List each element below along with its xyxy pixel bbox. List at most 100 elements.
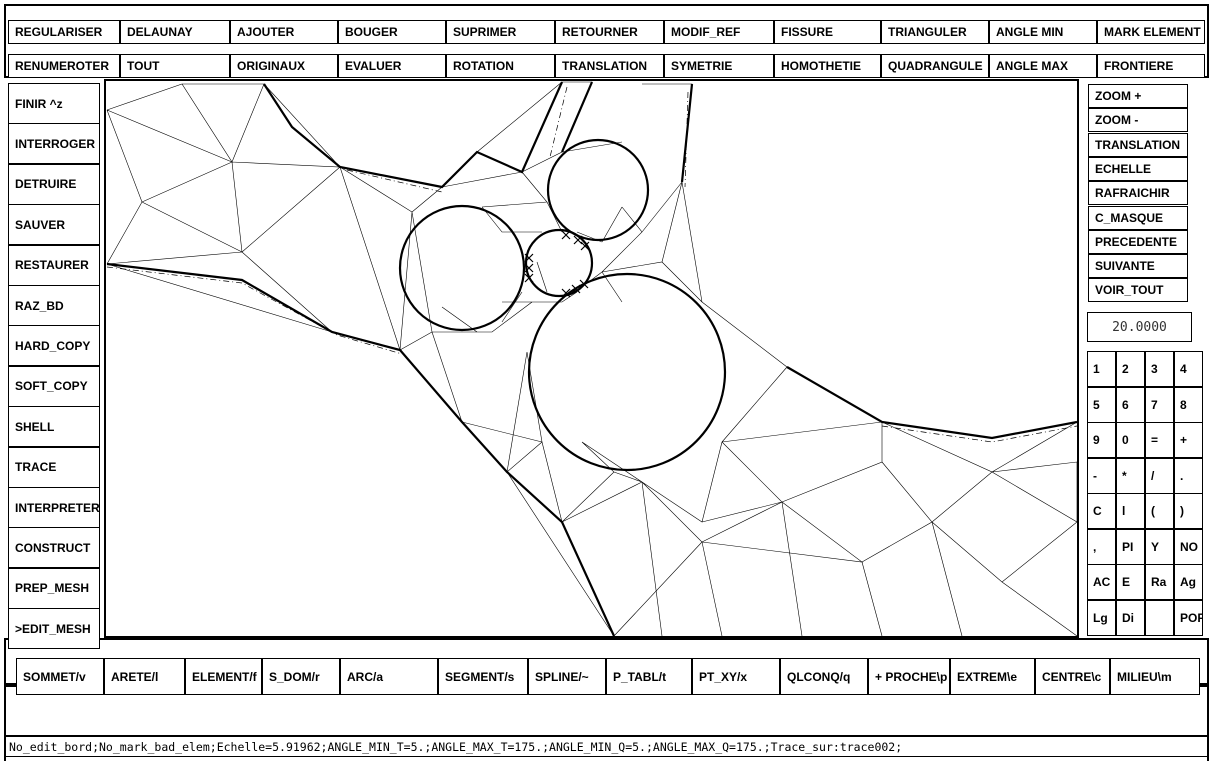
key-3[interactable]: 3	[1145, 351, 1174, 387]
bottom-button-s-dom-r[interactable]: S_DOM/r	[262, 658, 340, 695]
key-ag[interactable]: Ag	[1174, 564, 1203, 600]
left-button-detruire[interactable]: DETRUIRE	[8, 163, 100, 205]
bottom-button-pt-xy-x[interactable]: PT_XY/x	[692, 658, 780, 695]
key-blank[interactable]: *	[1116, 457, 1145, 494]
status-line: No_edit_bord;No_mark_bad_elem;Echelle=5.…	[4, 735, 1209, 757]
key-blank[interactable]: .	[1174, 457, 1203, 494]
right-button-echelle[interactable]: ECHELLE	[1088, 156, 1188, 181]
right-button-precedente[interactable]: PRECEDENTE	[1088, 229, 1188, 254]
top-button-homothetie[interactable]: HOMOTHETIE	[774, 54, 881, 78]
circle-top	[546, 138, 650, 242]
key-blank[interactable]: /	[1145, 457, 1174, 494]
key-lg[interactable]: Lg	[1087, 599, 1116, 636]
key-di[interactable]: Di	[1116, 599, 1145, 636]
left-button-shell[interactable]: SHELL	[8, 406, 100, 448]
top-button-modif-ref[interactable]: MODIF_REF	[664, 20, 774, 44]
key-6[interactable]: 6	[1116, 386, 1145, 423]
right-button-voir-tout[interactable]: VOIR_TOUT	[1088, 278, 1188, 303]
top-button-angle-min[interactable]: ANGLE MIN	[989, 20, 1097, 44]
key-c[interactable]: C	[1087, 493, 1116, 529]
bottom-button-element-f[interactable]: ELEMENT/f	[185, 658, 262, 695]
key-9[interactable]: 9	[1087, 422, 1116, 458]
left-button-edit-mesh[interactable]: >EDIT_MESH	[8, 608, 100, 650]
right-button-c-masque[interactable]: C_MASQUE	[1088, 205, 1188, 230]
key-blank[interactable]: =	[1145, 422, 1174, 458]
bottom-button-milieu-m[interactable]: MILIEU\m	[1110, 658, 1200, 695]
bottom-button-sommet-v[interactable]: SOMMET/v	[16, 658, 104, 695]
top-button-angle-max[interactable]: ANGLE MAX	[989, 54, 1097, 78]
top-button-symetrie[interactable]: SYMETRIE	[664, 54, 774, 78]
right-button-zoom[interactable]: ZOOM +	[1088, 84, 1188, 108]
left-button-hard-copy[interactable]: HARD_COPY	[8, 325, 100, 367]
left-button-soft-copy[interactable]: SOFT_COPY	[8, 365, 100, 407]
left-button-sauver[interactable]: SAUVER	[8, 204, 100, 246]
left-button-prep-mesh[interactable]: PREP_MESH	[8, 567, 100, 609]
key-blank[interactable]: (	[1145, 493, 1174, 529]
key-ra[interactable]: Ra	[1145, 564, 1174, 600]
key-1[interactable]: 1	[1087, 351, 1116, 387]
top-button-delaunay[interactable]: DELAUNAY	[120, 20, 230, 44]
top-button-retourner[interactable]: RETOURNER	[555, 20, 664, 44]
key-2[interactable]: 2	[1116, 351, 1145, 387]
key-blank[interactable]: ,	[1087, 528, 1116, 565]
top-button-tout[interactable]: TOUT	[120, 54, 230, 78]
key-ac[interactable]: AC	[1087, 564, 1116, 600]
key-e[interactable]: E	[1116, 564, 1145, 600]
bottom-button-arete-l[interactable]: ARETE/l	[104, 658, 185, 695]
key-no[interactable]: NO	[1174, 528, 1203, 565]
bottom-button-spline[interactable]: SPLINE/~	[528, 658, 606, 695]
right-button-zoom[interactable]: ZOOM -	[1088, 108, 1188, 133]
key-pop[interactable]: POP	[1174, 599, 1203, 636]
top-button-regulariser[interactable]: REGULARISER	[8, 20, 120, 44]
left-button-construct[interactable]: CONSTRUCT	[8, 527, 100, 569]
right-button-rafraichir[interactable]: RAFRAICHIR	[1088, 181, 1188, 206]
key-blank[interactable]: -	[1087, 457, 1116, 494]
top-button-rotation[interactable]: ROTATION	[446, 54, 555, 78]
top-button-mark-element[interactable]: MARK ELEMENT	[1097, 20, 1205, 44]
key-blank[interactable]: +	[1174, 422, 1203, 458]
left-button-restaurer[interactable]: RESTAURER	[8, 244, 100, 286]
right-button-translation[interactable]: TRANSLATION	[1088, 132, 1188, 157]
bottom-button-qlconq-q[interactable]: QLCONQ/q	[780, 658, 868, 695]
key-4[interactable]: 4	[1174, 351, 1203, 387]
circle-left	[398, 204, 526, 332]
top-button-originaux[interactable]: ORIGINAUX	[230, 54, 338, 78]
key-blank[interactable]: )	[1174, 493, 1203, 529]
left-button-raz-bd[interactable]: RAZ_BD	[8, 285, 100, 326]
left-button-trace[interactable]: TRACE	[8, 446, 100, 488]
top-button-fissure[interactable]: FISSURE	[774, 20, 881, 44]
bottom-button-segment-s[interactable]: SEGMENT/s	[438, 658, 528, 695]
key-5[interactable]: 5	[1087, 386, 1116, 423]
top-button-renumeroter[interactable]: RENUMEROTER	[8, 54, 120, 78]
key-y[interactable]: Y	[1145, 528, 1174, 565]
bottom-button-proche-p[interactable]: + PROCHE\p	[868, 658, 950, 695]
mesh-drawing	[106, 81, 1077, 636]
left-button-interroger[interactable]: INTERROGER	[8, 123, 100, 165]
key-7[interactable]: 7	[1145, 386, 1174, 423]
top-button-bouger[interactable]: BOUGER	[338, 20, 446, 44]
top-button-frontiere[interactable]: FRONTIERE	[1097, 54, 1205, 78]
mesh-canvas[interactable]	[104, 79, 1079, 638]
key-blank[interactable]	[1145, 599, 1174, 636]
key-pi[interactable]: PI	[1116, 528, 1145, 565]
top-button-ajouter[interactable]: AJOUTER	[230, 20, 338, 44]
top-button-evaluer[interactable]: EVALUER	[338, 54, 446, 78]
bottom-button-arc-a[interactable]: ARC/a	[340, 658, 438, 695]
mesh-edges	[106, 81, 1077, 636]
circle-large	[527, 272, 727, 472]
left-button-finir-z[interactable]: FINIR ^z	[8, 83, 100, 124]
bottom-button-extrem-e[interactable]: EXTREM\e	[950, 658, 1035, 695]
domain-boundary	[106, 81, 1077, 636]
right-button-suivante[interactable]: SUIVANTE	[1088, 254, 1188, 279]
top-button-quadrangule[interactable]: QUADRANGULE	[881, 54, 989, 78]
bottom-button-centre-c[interactable]: CENTRE\c	[1035, 658, 1110, 695]
key-8[interactable]: 8	[1174, 386, 1203, 423]
key-l[interactable]: l	[1116, 493, 1145, 529]
top-button-suprimer[interactable]: SUPRIMER	[446, 20, 555, 44]
top-button-trianguler[interactable]: TRIANGULER	[881, 20, 989, 44]
left-button-interpreter[interactable]: INTERPRETER	[8, 487, 100, 528]
bottom-button-p-tabl-t[interactable]: P_TABL/t	[606, 658, 692, 695]
value-display: 20.0000	[1087, 312, 1192, 342]
top-button-translation[interactable]: TRANSLATION	[555, 54, 664, 78]
key-0[interactable]: 0	[1116, 422, 1145, 458]
